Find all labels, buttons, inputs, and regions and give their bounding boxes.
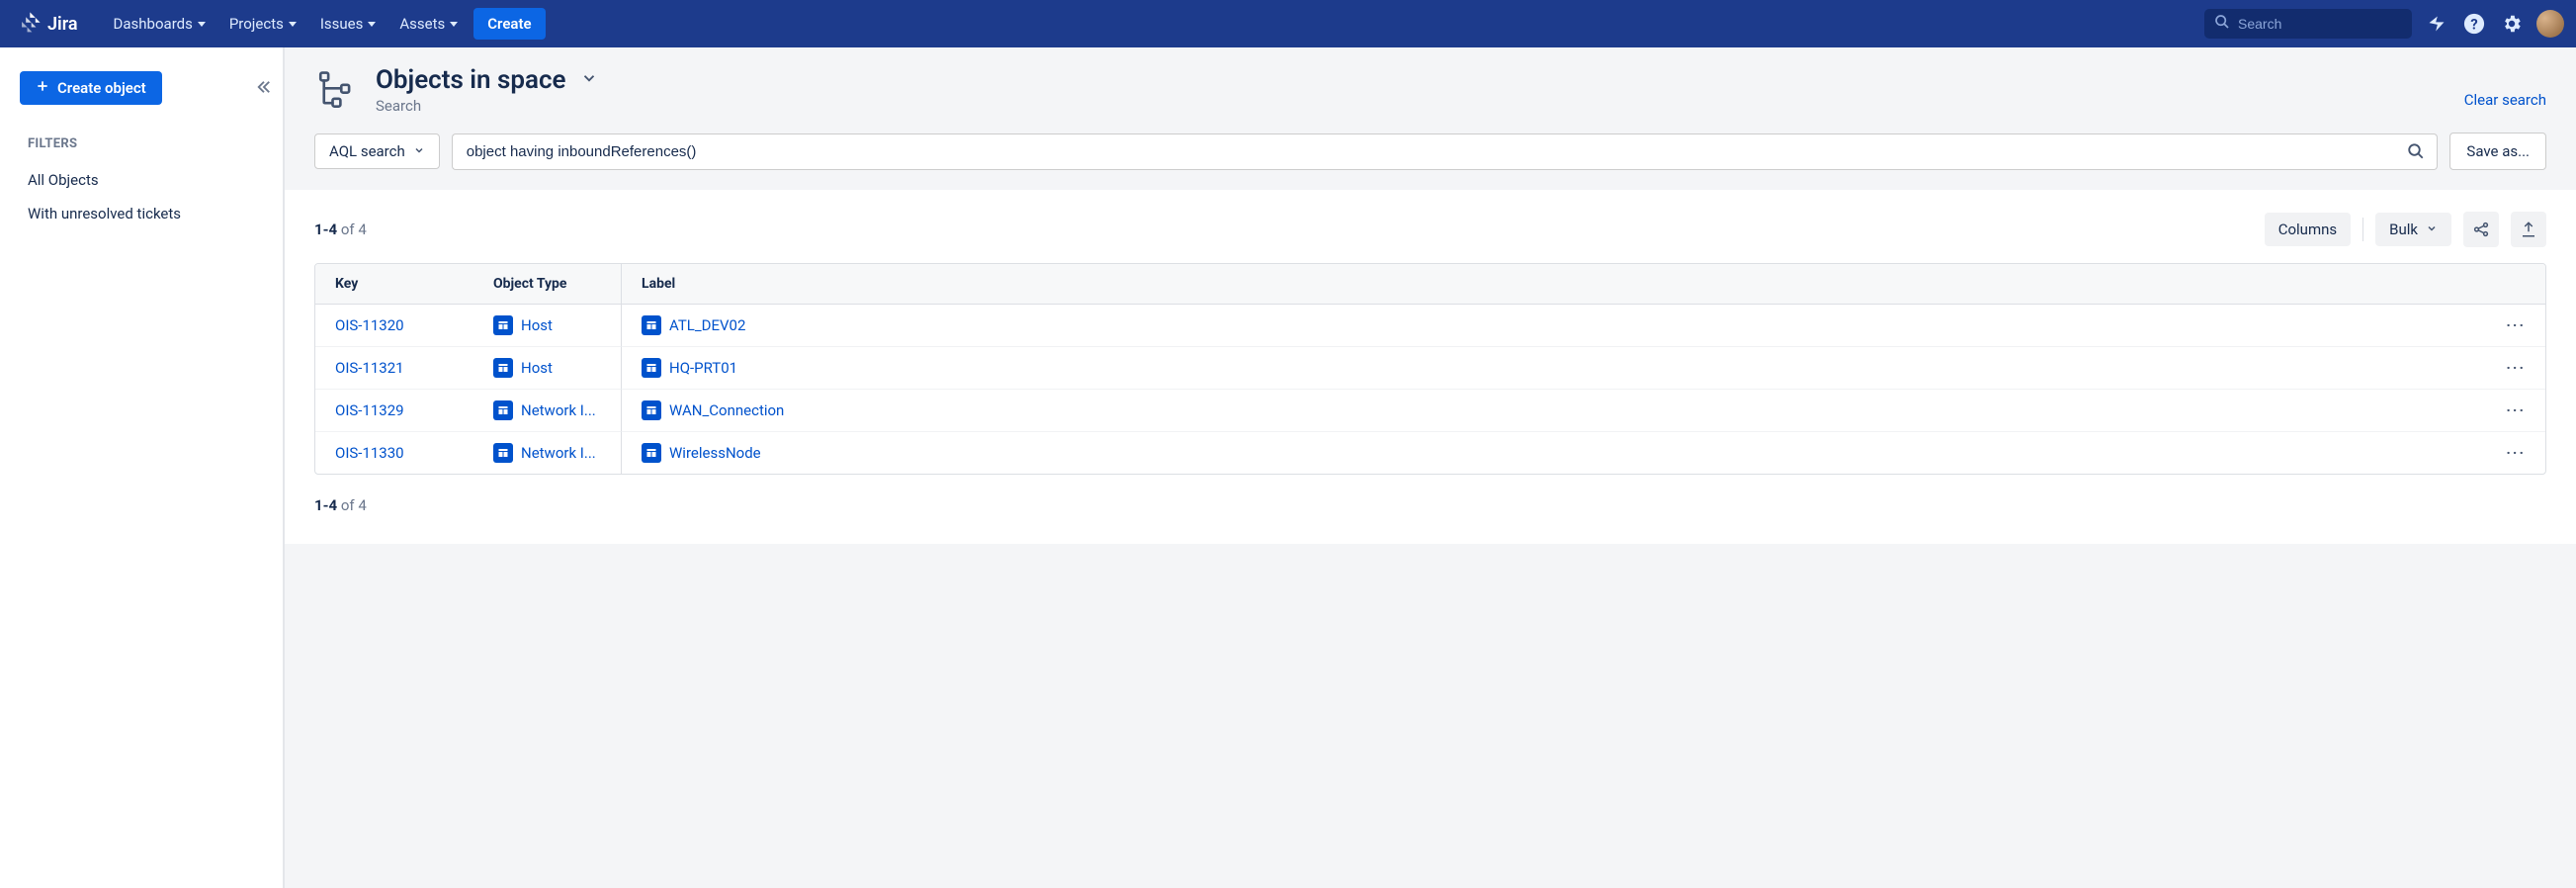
object-type-icon	[493, 358, 513, 378]
chevron-down-icon	[2426, 221, 2438, 238]
top-navigation: Jira Dashboards Projects Issues Assets Crea…	[0, 0, 2576, 47]
nav-item-projects[interactable]: Projects	[219, 9, 306, 39]
chevron-down-icon	[413, 142, 425, 160]
column-header-type[interactable]: Object Type	[473, 264, 622, 305]
create-button[interactable]: Create	[473, 8, 545, 40]
object-key-link[interactable]: OIS-11329	[335, 401, 404, 419]
settings-icon[interactable]	[2499, 11, 2525, 37]
table-row: OIS-11320 Host ATL_DEV02 ···	[315, 305, 2545, 347]
table-row: OIS-11321 Host HQ-PRT01 ···	[315, 347, 2545, 390]
object-type-link[interactable]: Host	[521, 359, 553, 377]
export-icon[interactable]	[2511, 212, 2546, 247]
object-label-link[interactable]: WirelessNode	[669, 444, 761, 462]
object-type-icon	[493, 443, 513, 463]
nav-item-label: Issues	[320, 15, 364, 33]
object-label-link[interactable]: WAN_Connection	[669, 401, 784, 419]
column-header-actions	[2486, 264, 2545, 305]
search-mode-dropdown[interactable]: AQL search	[314, 133, 440, 169]
table-row: OIS-11330 Network I... WirelessNode ···	[315, 432, 2545, 474]
object-key-link[interactable]: OIS-11330	[335, 444, 404, 462]
jira-logo[interactable]: Jira	[12, 11, 86, 38]
object-type-icon	[493, 400, 513, 420]
nav-item-dashboards[interactable]: Dashboards	[104, 9, 215, 39]
filter-item[interactable]: With unresolved tickets	[20, 197, 271, 230]
bulk-button[interactable]: Bulk	[2375, 213, 2451, 246]
row-actions-icon[interactable]: ···	[2506, 359, 2526, 377]
svg-text:?: ?	[2470, 16, 2477, 34]
chevron-down-icon	[450, 22, 458, 27]
global-search[interactable]	[2204, 9, 2412, 39]
object-type-link[interactable]: Host	[521, 316, 553, 334]
chevron-down-icon	[368, 22, 376, 27]
filter-item[interactable]: All Objects	[20, 163, 271, 197]
object-key-link[interactable]: OIS-11321	[335, 359, 404, 377]
run-search-button[interactable]	[2394, 133, 2438, 170]
search-mode-label: AQL search	[329, 142, 405, 160]
clear-search-link[interactable]: Clear search	[2464, 71, 2546, 109]
sidebar-collapse-icon[interactable]	[255, 77, 273, 101]
share-icon[interactable]	[2463, 212, 2499, 247]
save-as-button[interactable]: Save as...	[2449, 133, 2546, 170]
aql-query-input[interactable]	[452, 133, 2395, 170]
object-type-link[interactable]: Network I...	[521, 444, 596, 462]
nav-item-assets[interactable]: Assets	[389, 9, 468, 39]
plus-icon	[36, 79, 49, 97]
page-title: Objects in space	[376, 65, 566, 95]
object-key-link[interactable]: OIS-11320	[335, 316, 404, 334]
result-count-top: 1-4 of 4	[314, 221, 367, 238]
global-search-input[interactable]	[2238, 16, 2402, 32]
filters-header: FILTERS	[20, 136, 271, 151]
row-actions-icon[interactable]: ···	[2506, 444, 2526, 462]
table-row: OIS-11329 Network I... WAN_Connection ··…	[315, 390, 2545, 432]
object-schema-icon	[314, 68, 358, 112]
title-dropdown-icon[interactable]	[580, 69, 598, 91]
objects-table: Key Object Type Label OIS-11320 Host ATL…	[314, 263, 2546, 475]
object-type-icon	[493, 315, 513, 335]
column-header-key[interactable]: Key	[315, 264, 473, 305]
notifications-icon[interactable]	[2424, 11, 2449, 37]
jira-logo-icon	[20, 11, 42, 38]
create-object-label: Create object	[57, 79, 146, 97]
nav-items: Dashboards Projects Issues Assets	[104, 9, 469, 39]
help-icon[interactable]: ?	[2461, 11, 2487, 37]
object-type-link[interactable]: Network I...	[521, 401, 596, 419]
object-label-link[interactable]: ATL_DEV02	[669, 316, 745, 334]
row-actions-icon[interactable]: ···	[2506, 316, 2526, 334]
chevron-down-icon	[198, 22, 206, 27]
topnav-right: ?	[2204, 9, 2564, 39]
object-label-link[interactable]: HQ-PRT01	[669, 359, 737, 377]
bulk-label: Bulk	[2389, 221, 2418, 238]
chevron-down-icon	[289, 22, 297, 27]
object-label-icon	[642, 443, 661, 463]
result-count-bottom: 1-4 of 4	[314, 496, 2546, 514]
user-avatar[interactable]	[2536, 10, 2564, 38]
row-actions-icon[interactable]: ···	[2506, 401, 2526, 419]
toolbar-separator	[2362, 218, 2363, 241]
object-label-icon	[642, 400, 661, 420]
columns-button[interactable]: Columns	[2265, 213, 2351, 246]
jira-logo-text: Jira	[47, 14, 78, 35]
page-subtitle: Search	[376, 97, 2447, 115]
nav-item-label: Assets	[399, 15, 445, 33]
nav-item-label: Dashboards	[114, 15, 193, 33]
main-content: Objects in space Search Clear search AQL…	[285, 47, 2576, 888]
column-header-label[interactable]: Label	[622, 264, 2486, 305]
nav-item-label: Projects	[229, 15, 284, 33]
object-label-icon	[642, 315, 661, 335]
sidebar: Create object FILTERS All ObjectsWith un…	[0, 47, 285, 888]
search-icon	[2214, 14, 2230, 34]
create-object-button[interactable]: Create object	[20, 71, 162, 105]
object-label-icon	[642, 358, 661, 378]
nav-item-issues[interactable]: Issues	[310, 9, 386, 39]
